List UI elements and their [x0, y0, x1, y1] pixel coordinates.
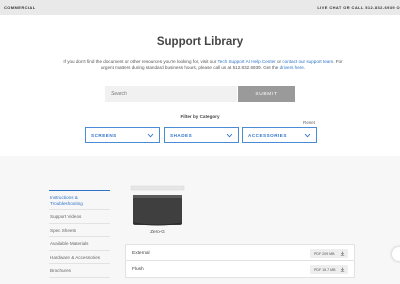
top-bar: COMMERCIAL LIVE CHAT OR CALL 512-832-693…: [0, 0, 400, 15]
accessories-dropdown[interactable]: ACCESSORIES: [242, 127, 317, 143]
intro-text: If you don't find the document or other …: [58, 59, 348, 72]
accessories-dropdown-label: ACCESSORIES: [248, 133, 287, 138]
sidebar-item-available-materials[interactable]: Available Materials: [49, 237, 110, 251]
page-title: Support Library: [156, 36, 244, 48]
intro-part-4: .: [303, 65, 306, 71]
product-image[interactable]: [130, 185, 185, 227]
drivers-link[interactable]: drivers here: [280, 65, 304, 70]
category-sidebar: Instructions & Troubleshooting Support V…: [49, 190, 110, 278]
sidebar-item-brochures[interactable]: Brochures: [49, 264, 110, 278]
contact-support-link[interactable]: contact our support team: [282, 59, 333, 64]
screens-dropdown[interactable]: SCREENS: [85, 127, 160, 143]
intro-part-1: If you don't find the document or other …: [63, 59, 218, 64]
sidebar-item-spec-sheets[interactable]: Spec Sheets: [49, 224, 110, 237]
chevron-down-icon: [147, 133, 154, 138]
sidebar-item-support-videos[interactable]: Support Videos: [49, 210, 110, 224]
document-name: Flush: [132, 267, 144, 272]
chevron-down-icon: [304, 133, 311, 138]
tech-support-link[interactable]: Tech Support AI Help Center: [217, 59, 275, 64]
document-name: External: [132, 251, 150, 256]
chevron-down-icon: [226, 133, 233, 138]
document-row[interactable]: Flush PDF 15.7 MB: [125, 261, 355, 278]
filter-label: Filter by Category: [180, 114, 220, 119]
pdf-download-badge[interactable]: PDF 209 MB: [310, 249, 348, 258]
live-chat-call-text[interactable]: LIVE CHAT OR CALL 512-832-6939 O: [317, 5, 400, 10]
product-name[interactable]: Zero-G: [130, 229, 185, 234]
pdf-badge-text: PDF 15.7 MB: [314, 267, 336, 272]
reset-link[interactable]: Reset: [303, 120, 315, 125]
documents-table: External PDF 209 MB Flush PDF 15.7 MB: [125, 244, 355, 278]
shades-dropdown-label: SHADES: [170, 133, 193, 138]
shades-dropdown[interactable]: SHADES: [164, 127, 239, 143]
sidebar-item-instructions[interactable]: Instructions & Troubleshooting: [49, 190, 110, 210]
submit-button[interactable]: SUBMIT: [238, 86, 295, 102]
screens-dropdown-label: SCREENS: [91, 133, 117, 138]
download-icon: [340, 251, 345, 256]
search-input[interactable]: [105, 86, 237, 102]
pdf-badge-text: PDF 209 MB: [314, 251, 335, 256]
sidebar-item-hardware-accessories[interactable]: Hardware & Accessories: [49, 251, 110, 264]
pdf-download-badge[interactable]: PDF 15.7 MB: [310, 265, 348, 274]
download-icon: [340, 267, 345, 272]
chat-widget-button[interactable]: [392, 247, 400, 261]
commercial-link[interactable]: COMMERCIAL: [4, 5, 36, 10]
document-row[interactable]: External PDF 209 MB: [125, 244, 355, 261]
